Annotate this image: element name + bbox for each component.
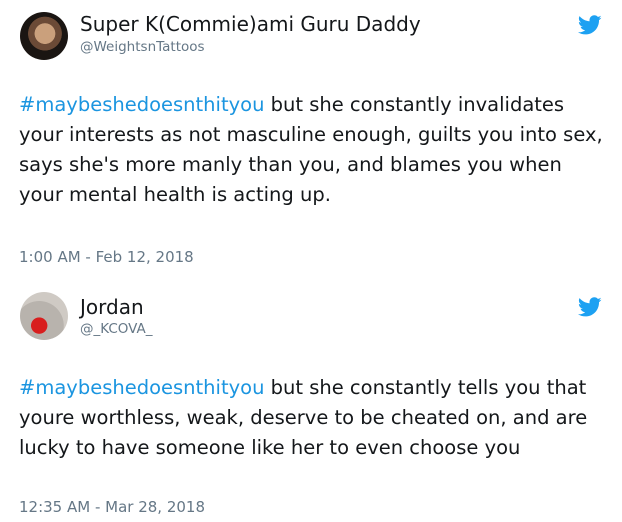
timestamp[interactable]: 12:35 AM - Mar 28, 2018 bbox=[19, 497, 205, 517]
twitter-bird-icon[interactable] bbox=[578, 295, 602, 319]
timestamp[interactable]: 1:00 AM - Feb 12, 2018 bbox=[19, 247, 194, 267]
tweet-card: Jordan @_KCOVA_ #maybeshedoesnthityou bu… bbox=[0, 278, 622, 522]
display-name[interactable]: Jordan bbox=[80, 294, 144, 320]
tweet-text: #maybeshedoesnthityou but she constantly… bbox=[19, 373, 609, 463]
user-handle[interactable]: @WeightsnTattoos bbox=[80, 38, 205, 56]
display-name[interactable]: Super K(Commie)ami Guru Daddy bbox=[80, 11, 421, 37]
hashtag-link[interactable]: #maybeshedoesnthityou bbox=[19, 376, 264, 399]
tweet-text: #maybeshedoesnthityou but she constantly… bbox=[19, 90, 609, 210]
avatar[interactable] bbox=[20, 12, 68, 60]
tweet-card: Super K(Commie)ami Guru Daddy @WeightsnT… bbox=[0, 0, 622, 272]
twitter-bird-icon[interactable] bbox=[578, 13, 602, 37]
hashtag-link[interactable]: #maybeshedoesnthityou bbox=[19, 93, 264, 116]
user-handle[interactable]: @_KCOVA_ bbox=[80, 320, 153, 338]
avatar[interactable] bbox=[20, 292, 68, 340]
